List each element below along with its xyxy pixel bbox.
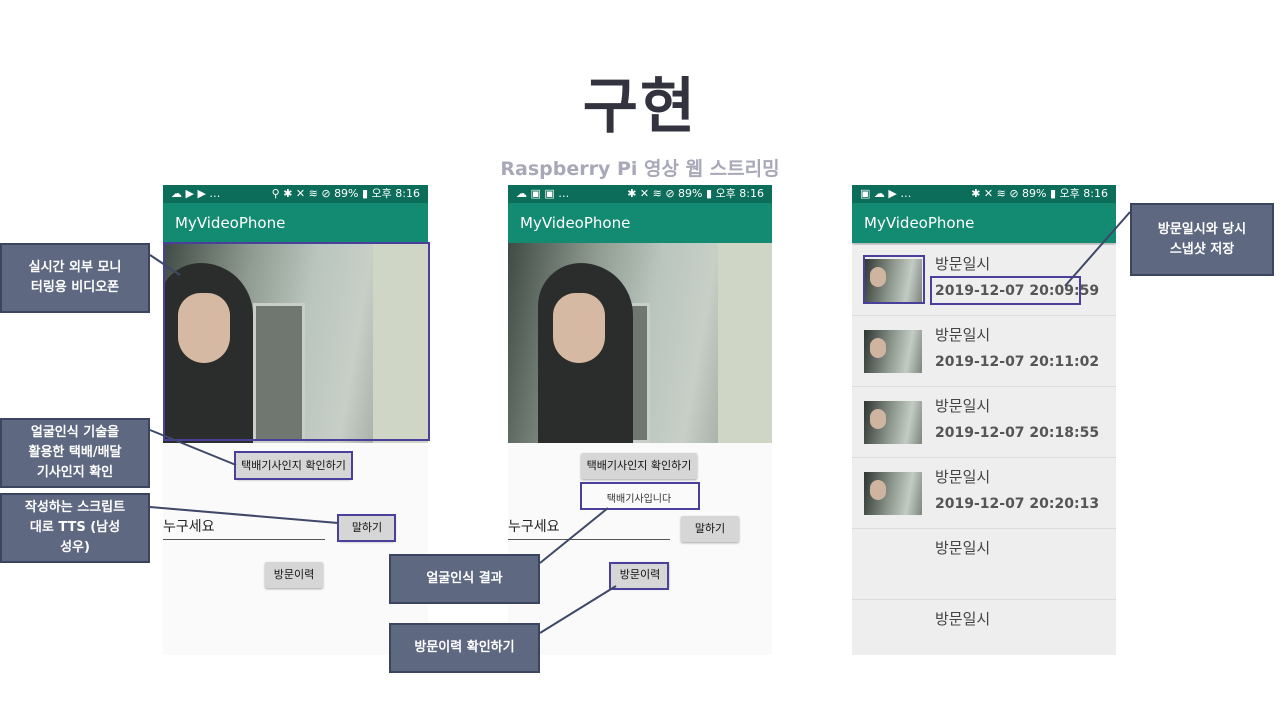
connector-line: [149, 429, 237, 466]
connector-line: [539, 507, 609, 564]
connector-line: [149, 254, 181, 276]
callout-face-result: 얼굴인식 결과: [389, 554, 540, 604]
callout-snapshot: 방문일시와 당시 스냅샷 저장: [1130, 203, 1274, 276]
connector-line: [149, 506, 339, 524]
connector-line: [1064, 211, 1131, 287]
callout-live-monitor: 실시간 외부 모니 터링용 비디오폰: [0, 243, 150, 313]
callout-history-check: 방문이력 확인하기: [389, 623, 540, 673]
callout-tts: 작성하는 스크립트 대로 TTS (남성 성우): [0, 493, 150, 563]
connector-lines: [149, 211, 1131, 634]
connector-line: [539, 585, 617, 634]
callout-face-recognition: 얼굴인식 기술을 활용한 택배/배달 기사인지 확인: [0, 418, 150, 488]
